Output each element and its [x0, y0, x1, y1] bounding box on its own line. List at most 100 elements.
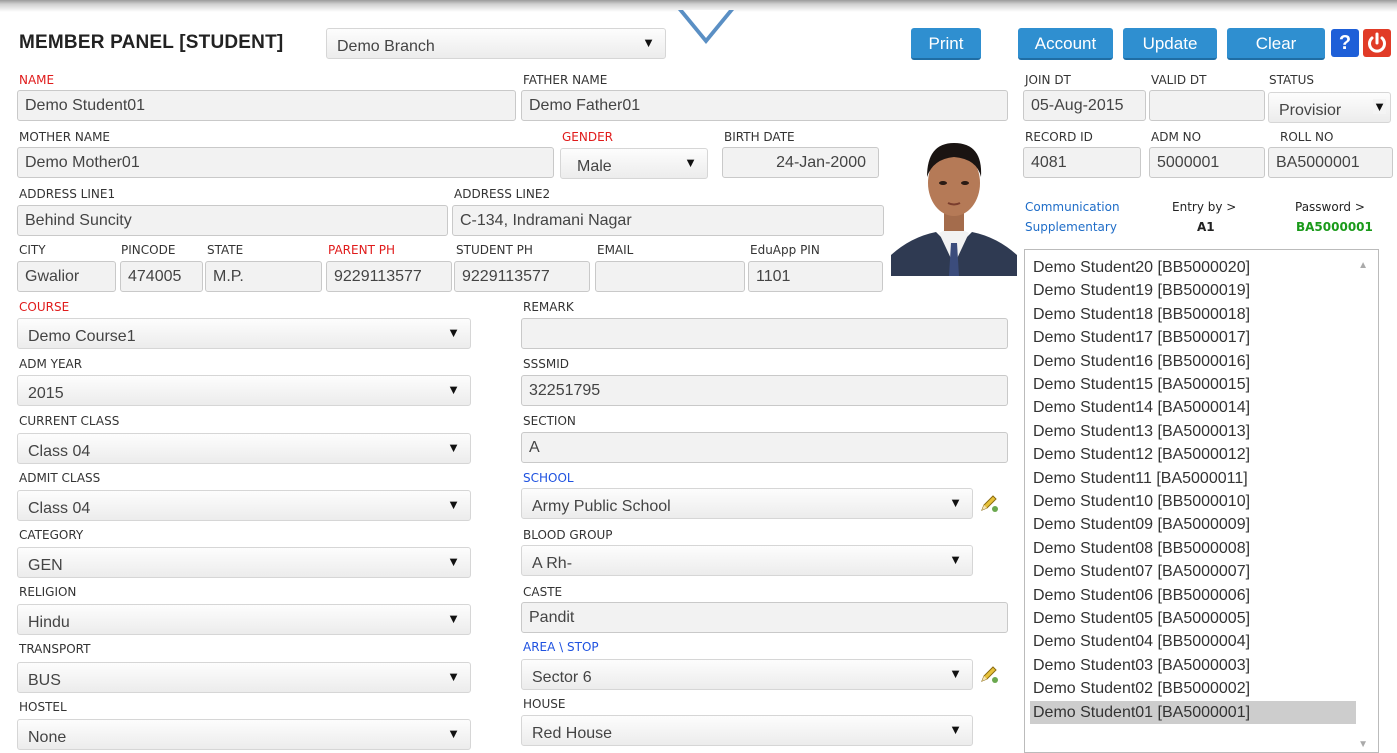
scroll-up-icon[interactable]: ▲ [1358, 260, 1368, 271]
student-list-item[interactable]: Demo Student12 [BA5000012] [1033, 443, 1250, 466]
student-list-item[interactable]: Demo Student06 [BB5000006] [1033, 584, 1250, 607]
valid-dt-field[interactable] [1149, 90, 1265, 121]
transport-label: TRANSPORT [19, 642, 91, 656]
status-select[interactable]: Provisior ▼ [1268, 92, 1391, 123]
school-label: SCHOOL [523, 471, 574, 485]
pincode-field[interactable]: 474005 [120, 261, 203, 292]
student-list-item[interactable]: Demo Student05 [BA5000005] [1033, 607, 1250, 630]
course-select-value: Demo Course1 [28, 328, 136, 345]
address1-field[interactable]: Behind Suncity [17, 205, 448, 236]
current-class-select[interactable]: Class 04 ▼ [17, 433, 471, 464]
password-label: Password > [1295, 200, 1365, 214]
student-list-item[interactable]: Demo Student10 [BB5000010] [1033, 490, 1250, 513]
name-label: NAME [19, 73, 55, 87]
area-stop-label: AREA \ STOP [523, 640, 599, 654]
adm-year-select[interactable]: 2015 ▼ [17, 375, 471, 406]
admit-class-select[interactable]: Class 04 ▼ [17, 490, 471, 521]
branch-select[interactable]: Demo Branch ▼ [326, 28, 666, 59]
scroll-down-icon[interactable]: ▼ [1358, 739, 1368, 750]
email-field[interactable] [595, 261, 745, 292]
house-select[interactable]: Red House ▼ [521, 715, 973, 746]
mother-name-label: MOTHER NAME [19, 130, 111, 144]
area-stop-select-value: Sector 6 [532, 669, 592, 686]
transport-select[interactable]: BUS ▼ [17, 662, 471, 693]
parent-ph-field[interactable]: 9229113577 [326, 261, 452, 292]
chevron-down-icon: ▼ [949, 495, 962, 510]
student-listbox[interactable]: Demo Student20 [BB5000020] Demo Student19… [1024, 249, 1379, 753]
entry-by-value: A1 [1197, 220, 1215, 234]
address2-field[interactable]: C-134, Indramani Nagar [452, 205, 884, 236]
remark-label: REMARK [523, 300, 574, 314]
sssmid-label: SSSMID [523, 357, 569, 371]
hostel-select-value: None [28, 729, 67, 746]
name-field[interactable]: Demo Student01 [17, 90, 516, 121]
student-list-item[interactable]: Demo Student08 [BB5000008] [1033, 537, 1250, 560]
power-icon[interactable] [1363, 29, 1391, 57]
category-select-value: GEN [28, 557, 63, 574]
address2-label: ADDRESS LINE2 [454, 187, 551, 201]
city-field[interactable]: Gwalior [17, 261, 116, 292]
student-list-item[interactable]: Demo Student16 [BB5000016] [1033, 350, 1250, 373]
student-list-item[interactable]: Demo Student18 [BB5000018] [1033, 303, 1250, 326]
blood-group-label: BLOOD GROUP [523, 528, 613, 542]
student-list-item[interactable]: Demo Student03 [BA5000003] [1033, 654, 1250, 677]
account-button[interactable]: Account [1018, 28, 1113, 60]
chevron-down-icon: ▼ [447, 669, 460, 684]
state-label: STATE [207, 243, 244, 257]
record-id-field[interactable]: 4081 [1023, 147, 1141, 178]
supplementary-link[interactable]: Supplementary [1025, 220, 1117, 234]
hostel-select[interactable]: None ▼ [17, 719, 471, 750]
course-select[interactable]: Demo Course1 ▼ [17, 318, 471, 349]
remark-field[interactable] [521, 318, 1008, 349]
gender-label: GENDER [562, 130, 614, 144]
chevron-down-icon: ▼ [447, 611, 460, 626]
help-icon[interactable]: ? [1331, 29, 1359, 57]
join-dt-field[interactable]: 05-Aug-2015 [1023, 90, 1146, 121]
student-list-item[interactable]: Demo Student04 [BB5000004] [1033, 630, 1250, 653]
pencil-edit-icon[interactable] [979, 493, 999, 513]
update-button[interactable]: Update [1123, 28, 1217, 60]
transport-select-value: BUS [28, 672, 61, 689]
communication-link[interactable]: Communication [1025, 200, 1120, 214]
password-value: BA5000001 [1296, 220, 1373, 234]
student-list-item[interactable]: Demo Student11 [BA5000011] [1033, 467, 1248, 490]
print-button[interactable]: Print [911, 28, 981, 60]
birth-date-label: BIRTH DATE [724, 130, 795, 144]
student-list-item[interactable]: Demo Student01 [BA5000001] [1030, 700, 1356, 724]
school-select[interactable]: Army Public School ▼ [521, 488, 973, 519]
student-list-item[interactable]: Demo Student13 [BA5000013] [1033, 420, 1250, 443]
eduapp-pin-field[interactable]: 1101 [748, 261, 883, 292]
student-list-item[interactable]: Demo Student19 [BB5000019] [1033, 279, 1250, 302]
section-field[interactable]: A [521, 432, 1008, 463]
religion-select[interactable]: Hindu ▼ [17, 604, 471, 635]
mother-name-field[interactable]: Demo Mother01 [17, 147, 554, 178]
pencil-edit-icon[interactable] [979, 664, 999, 684]
area-stop-select[interactable]: Sector 6 ▼ [521, 659, 973, 690]
parent-ph-label: PARENT PH [328, 243, 395, 257]
student-list-item[interactable]: Demo Student15 [BA5000015] [1033, 373, 1250, 396]
student-list-item[interactable]: Demo Student09 [BA5000009] [1033, 513, 1250, 536]
student-ph-field[interactable]: 9229113577 [454, 261, 590, 292]
student-list-item[interactable]: Demo Student02 [BB5000002] [1033, 677, 1250, 700]
pincode-label: PINCODE [121, 243, 176, 257]
student-list-item[interactable]: Demo Student17 [BB5000017] [1033, 326, 1250, 349]
category-select[interactable]: GEN ▼ [17, 547, 471, 578]
collapse-toggle-inner [683, 10, 729, 38]
roll-no-field[interactable]: BA5000001 [1268, 147, 1393, 178]
sssmid-field[interactable]: 32251795 [521, 375, 1008, 406]
blood-group-select[interactable]: A Rh- ▼ [521, 545, 973, 576]
adm-no-field[interactable]: 5000001 [1149, 147, 1265, 178]
birth-date-field[interactable]: 24-Jan-2000 [722, 147, 879, 178]
student-list-item[interactable]: Demo Student07 [BA5000007] [1033, 560, 1250, 583]
father-name-field[interactable]: Demo Father01 [521, 90, 1008, 121]
state-field[interactable]: M.P. [205, 261, 322, 292]
caste-field[interactable]: Pandit [521, 602, 1008, 633]
address1-label: ADDRESS LINE1 [19, 187, 116, 201]
student-list-item[interactable]: Demo Student14 [BA5000014] [1033, 396, 1250, 419]
student-list-item[interactable]: Demo Student20 [BB5000020] [1033, 256, 1250, 279]
hostel-label: HOSTEL [19, 700, 67, 714]
clear-button[interactable]: Clear [1227, 28, 1325, 60]
gender-select[interactable]: Male ▼ [560, 148, 708, 179]
adm-year-select-value: 2015 [28, 385, 64, 402]
city-label: CITY [19, 243, 46, 257]
